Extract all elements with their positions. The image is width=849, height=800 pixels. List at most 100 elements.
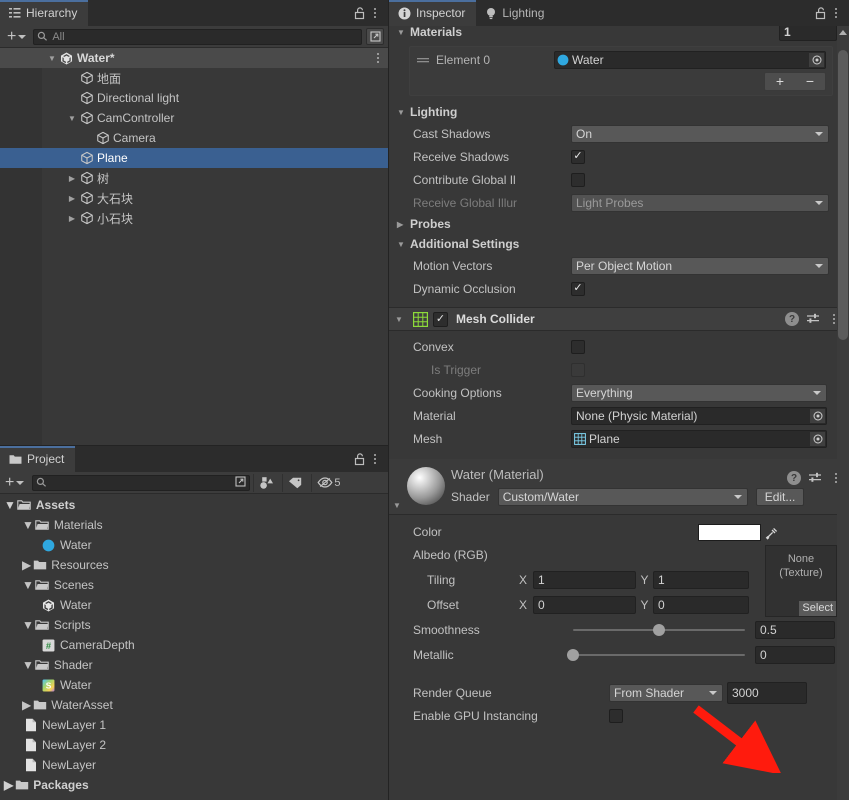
chevron-down-icon[interactable] xyxy=(22,618,34,632)
additional-settings-header[interactable]: Additional Settings xyxy=(389,234,849,254)
chevron-down-icon[interactable] xyxy=(22,518,34,532)
hierarchy-item-3[interactable]: CamController xyxy=(0,108,388,128)
mesh-field[interactable]: Plane xyxy=(571,429,827,448)
chevron-right-icon[interactable] xyxy=(397,220,410,229)
chevron-down-icon[interactable] xyxy=(395,315,408,324)
hierarchy-add-button[interactable]: + xyxy=(4,28,29,44)
mesh-collider-enabled-checkbox[interactable]: ✓ xyxy=(433,311,448,327)
physic-material-field[interactable]: None (Physic Material) xyxy=(571,406,827,425)
help-icon[interactable]: ? xyxy=(787,471,801,485)
gpu-instancing-checkbox[interactable] xyxy=(609,709,623,723)
dynamic-occlusion-checkbox[interactable]: ✓ xyxy=(571,281,585,296)
convex-checkbox[interactable] xyxy=(571,339,585,354)
chevron-right-icon[interactable] xyxy=(66,174,78,183)
chevron-right-icon[interactable] xyxy=(66,194,78,203)
chevron-right-icon[interactable] xyxy=(66,214,78,223)
texture-none-slot[interactable]: None (Texture) Select xyxy=(765,545,837,617)
hierarchy-item-7[interactable]: 大石块 xyxy=(0,188,388,208)
cast-shadows-dropdown[interactable]: On xyxy=(571,124,829,143)
color-swatch[interactable] xyxy=(698,524,761,541)
shader-edit-button[interactable]: Edit... xyxy=(755,488,805,506)
eyedropper-icon[interactable] xyxy=(761,523,783,542)
project-item-9[interactable]: Shader xyxy=(0,655,388,675)
materials-add-button[interactable]: + xyxy=(765,73,795,90)
project-item-8[interactable]: # CameraDepth xyxy=(0,635,388,655)
offset-y-input[interactable]: 0 xyxy=(653,595,749,614)
cooking-options-dropdown[interactable]: Everything xyxy=(571,383,827,402)
chevron-down-icon[interactable] xyxy=(397,240,410,249)
project-item-12[interactable]: NewLayer 1 xyxy=(0,715,388,735)
hierarchy-item-5[interactable]: Plane xyxy=(0,148,388,168)
project-search-expand-button[interactable] xyxy=(235,475,246,490)
chevron-right-icon[interactable] xyxy=(4,778,13,792)
shader-dropdown[interactable]: Custom/Water xyxy=(497,488,748,506)
metallic-slider[interactable] xyxy=(567,648,745,661)
tab-project[interactable]: Project xyxy=(0,446,76,472)
project-item-2[interactable]: Materials xyxy=(0,515,388,535)
render-queue-input[interactable]: 3000 xyxy=(727,682,807,704)
probes-header[interactable]: Probes xyxy=(389,214,849,234)
receive-shadows-checkbox[interactable]: ✓ xyxy=(571,149,585,164)
hierarchy-search-expand-button[interactable] xyxy=(366,28,384,45)
hierarchy-tree[interactable]: Water* 地面 Directional light CamController C… xyxy=(0,48,388,445)
project-item-11[interactable]: WaterAsset xyxy=(0,695,388,715)
hierarchy-item-2[interactable]: Directional light xyxy=(0,88,388,108)
tiling-y-input[interactable]: 1 xyxy=(653,570,749,589)
project-item-4[interactable]: Resources xyxy=(0,555,388,575)
motion-vectors-dropdown[interactable]: Per Object Motion xyxy=(571,256,829,275)
scroll-up-arrow-icon[interactable] xyxy=(839,30,847,35)
tab-inspector[interactable]: Inspector xyxy=(389,0,477,26)
project-item-14[interactable]: NewLayer xyxy=(0,755,388,775)
hierarchy-item-1[interactable]: 地面 xyxy=(0,68,388,88)
help-icon[interactable]: ? xyxy=(785,312,799,326)
metallic-slider-knob[interactable] xyxy=(567,648,579,661)
project-item-10[interactable]: S Water xyxy=(0,675,388,695)
object-picker-icon[interactable] xyxy=(810,408,825,423)
hierarchy-menu-icon[interactable] xyxy=(368,4,382,22)
materials-header[interactable]: Materials 1 xyxy=(389,26,849,42)
project-filter-label-button[interactable] xyxy=(282,473,309,492)
contribute-gi-checkbox[interactable] xyxy=(571,172,585,187)
project-item-6[interactable]: Water xyxy=(0,595,388,615)
chevron-down-icon[interactable] xyxy=(397,28,410,37)
project-item-1[interactable]: Assets xyxy=(0,495,388,515)
smoothness-slider-knob[interactable] xyxy=(653,623,665,636)
tiling-x-input[interactable]: 1 xyxy=(533,570,636,589)
tab-lighting[interactable]: Lighting xyxy=(476,0,555,26)
chevron-down-icon[interactable] xyxy=(22,578,34,592)
chevron-right-icon[interactable] xyxy=(22,698,31,712)
object-picker-icon[interactable] xyxy=(810,431,825,446)
materials-element-field[interactable]: Water xyxy=(554,51,826,69)
hierarchy-item-8[interactable]: 小石块 xyxy=(0,208,388,228)
texture-slot[interactable]: None (Texture) Select xyxy=(765,545,837,617)
project-tree[interactable]: Assets Materials Water Resources Scenes Water… xyxy=(0,494,388,800)
render-queue-dropdown[interactable]: From Shader xyxy=(609,684,723,702)
object-picker-icon[interactable] xyxy=(809,53,824,67)
lock-icon[interactable] xyxy=(353,6,366,20)
metallic-input[interactable]: 0 xyxy=(755,645,835,664)
project-item-13[interactable]: NewLayer 2 xyxy=(0,735,388,755)
hierarchy-item-4[interactable]: Camera xyxy=(0,128,388,148)
tab-hierarchy[interactable]: Hierarchy xyxy=(0,0,89,26)
materials-size-field[interactable]: 1 xyxy=(779,26,837,41)
inspector-menu-icon[interactable] xyxy=(829,4,843,22)
project-item-5[interactable]: Scenes xyxy=(0,575,388,595)
project-add-button[interactable]: + xyxy=(2,474,27,490)
lock-icon[interactable] xyxy=(353,452,366,466)
drag-handle-icon[interactable] xyxy=(416,55,430,65)
lock-icon[interactable] xyxy=(814,6,827,20)
chevron-down-icon[interactable] xyxy=(22,658,34,672)
texture-select-button[interactable]: Select xyxy=(799,601,836,616)
inspector-scrollbar-thumb[interactable] xyxy=(838,50,848,340)
project-item-15[interactable]: Packages xyxy=(0,775,388,795)
smoothness-slider[interactable] xyxy=(573,623,745,636)
smoothness-input[interactable]: 0.5 xyxy=(755,620,835,639)
chevron-down-icon[interactable] xyxy=(66,114,78,123)
chevron-down-icon[interactable] xyxy=(46,54,58,63)
hierarchy-search-input[interactable]: All xyxy=(33,28,362,45)
chevron-down-icon[interactable] xyxy=(393,501,401,510)
project-item-3[interactable]: Water xyxy=(0,535,388,555)
chevron-down-icon[interactable] xyxy=(397,108,410,117)
project-hidden-items-button[interactable]: 5 xyxy=(311,473,346,492)
project-search-input[interactable] xyxy=(32,474,251,491)
